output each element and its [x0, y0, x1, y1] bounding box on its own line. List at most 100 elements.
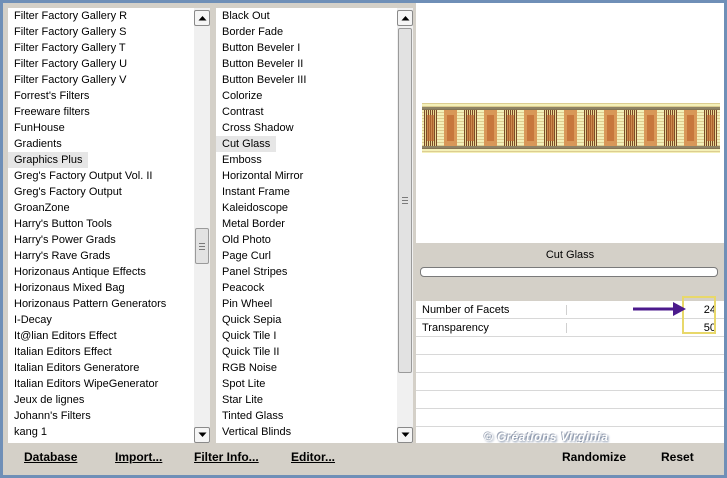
filter-list-item[interactable]: Star Lite: [216, 392, 397, 408]
param-row-empty: [416, 391, 724, 409]
filter-list-item[interactable]: Page Curl: [216, 248, 397, 264]
preview-tile-inner: [567, 115, 574, 141]
filter-list-item[interactable]: Instant Frame: [216, 184, 397, 200]
filter-list-item[interactable]: Emboss: [216, 152, 397, 168]
parameter-list: Number of Facets 24 Transparency 50: [416, 301, 724, 443]
filter-factory-window: { "categories": { "items": [ "Filter Fac…: [0, 0, 727, 478]
filter-list-item[interactable]: Quick Tile II: [216, 344, 397, 360]
filter-list-item[interactable]: Button Beveler I: [216, 40, 397, 56]
editor-button[interactable]: Editor...: [291, 450, 335, 464]
preview-panel: Cut Glass Number of Facets 24 Transparen…: [416, 3, 724, 443]
preview-tile-inner: [607, 115, 614, 141]
randomize-button[interactable]: Randomize: [562, 450, 626, 464]
category-list-item[interactable]: Filter Factory Gallery T: [8, 40, 194, 56]
scroll-up-button[interactable]: [194, 10, 210, 26]
scroll-up-button[interactable]: [397, 10, 413, 26]
category-list-item[interactable]: Filter Factory Gallery U: [8, 56, 194, 72]
filter-list-item[interactable]: Border Fade: [216, 24, 397, 40]
category-list-item[interactable]: Gradients: [8, 136, 194, 152]
filter-list-item[interactable]: Peacock: [216, 280, 397, 296]
preview-tile-inner: [447, 115, 454, 141]
filter-list-item[interactable]: Cross Shadow: [216, 120, 397, 136]
filter-list-item[interactable]: Panel Stripes: [216, 264, 397, 280]
filter-list-item[interactable]: Kaleidoscope: [216, 200, 397, 216]
preview-tile-inner: [467, 115, 474, 141]
filter-list-item[interactable]: Pin Wheel: [216, 296, 397, 312]
category-list-item[interactable]: Greg's Factory Output Vol. II: [8, 168, 194, 184]
preview-tile-inner: [547, 115, 554, 141]
value-highlight-box: [682, 296, 716, 334]
category-list[interactable]: Filter Factory Gallery R Filter Factory G…: [8, 8, 210, 443]
preview-tile-inner: [587, 115, 594, 141]
filter-list-item[interactable]: Contrast: [216, 104, 397, 120]
arrow-pointer-icon: [633, 302, 686, 316]
category-list-item[interactable]: Harry's Rave Grads: [8, 248, 194, 264]
param-row-transparency[interactable]: Transparency 50: [416, 319, 724, 337]
category-scrollbar[interactable]: [194, 8, 210, 443]
category-list-item[interactable]: kang 1: [8, 424, 194, 440]
category-list-items: Filter Factory Gallery R Filter Factory G…: [8, 8, 194, 443]
param-row-empty: [416, 409, 724, 427]
filter-list-item[interactable]: Colorize: [216, 88, 397, 104]
preview-tile-inner: [707, 115, 714, 141]
database-button[interactable]: Database: [24, 450, 77, 464]
category-list-item[interactable]: FunHouse: [8, 120, 194, 136]
category-list-item[interactable]: Jeux de lignes: [8, 392, 194, 408]
preview-tile-inner: [427, 115, 434, 141]
filter-list-item[interactable]: Tinted Glass: [216, 408, 397, 424]
filter-list-item[interactable]: Black Out: [216, 8, 397, 24]
category-list-item[interactable]: Freeware filters: [8, 104, 194, 120]
filter-list-item[interactable]: RGB Noise: [216, 360, 397, 376]
preview-tile-inner: [487, 115, 494, 141]
filter-scroll-thumb[interactable]: [398, 28, 412, 373]
preview-tile-inner: [507, 115, 514, 141]
filter-list-item[interactable]: Button Beveler II: [216, 56, 397, 72]
import-button[interactable]: Import...: [115, 450, 162, 464]
category-list-item[interactable]: Italian Editors Effect: [8, 344, 194, 360]
category-list-item[interactable]: Horizonaus Antique Effects: [8, 264, 194, 280]
category-list-item[interactable]: Italian Editors Generatore: [8, 360, 194, 376]
category-list-item[interactable]: Harry's Power Grads: [8, 232, 194, 248]
param-row-empty: [416, 373, 724, 391]
filter-list[interactable]: Black Out Border Fade Button Beveler I Butt…: [216, 8, 413, 443]
category-list-item[interactable]: I-Decay: [8, 312, 194, 328]
category-list-item[interactable]: Graphics Plus: [8, 152, 89, 168]
filter-list-item[interactable]: Quick Sepia: [216, 312, 397, 328]
category-list-item[interactable]: Filter Factory Gallery S: [8, 24, 194, 40]
filter-info-button[interactable]: Filter Info...: [194, 450, 259, 464]
preview-tile-inner: [667, 115, 674, 141]
preview-tile-inner: [527, 115, 534, 141]
filter-list-item[interactable]: Old Photo: [216, 232, 397, 248]
chevron-down-icon: [401, 432, 409, 437]
category-list-item[interactable]: Forrest's Filters: [8, 88, 194, 104]
category-list-item[interactable]: Italian Editors WipeGenerator: [8, 376, 194, 392]
filter-list-item[interactable]: Metal Border: [216, 216, 397, 232]
category-list-item[interactable]: Johann's Filters: [8, 408, 194, 424]
filter-scrollbar[interactable]: [397, 8, 413, 443]
scroll-down-button[interactable]: [397, 427, 413, 443]
reset-button[interactable]: Reset: [661, 450, 694, 464]
filter-list-item[interactable]: Quick Tile I: [216, 328, 397, 344]
chevron-up-icon: [401, 16, 409, 21]
chevron-down-icon: [198, 432, 206, 437]
category-list-item[interactable]: Greg's Factory Output: [8, 184, 194, 200]
category-scroll-thumb[interactable]: [195, 228, 209, 264]
window-frame: Filter Factory Gallery R Filter Factory G…: [3, 3, 724, 475]
filter-list-item[interactable]: Button Beveler III: [216, 72, 397, 88]
category-list-item[interactable]: Horizonaus Pattern Generators: [8, 296, 194, 312]
filter-header: Cut Glass: [416, 243, 724, 301]
filter-list-item[interactable]: Cut Glass: [216, 136, 277, 152]
category-list-item[interactable]: It@lian Editors Effect: [8, 328, 194, 344]
preview-image: [422, 103, 720, 153]
category-list-item[interactable]: Harry's Button Tools: [8, 216, 194, 232]
filter-list-item[interactable]: Spot Lite: [216, 376, 397, 392]
category-list-item[interactable]: GroanZone: [8, 200, 194, 216]
filter-list-item[interactable]: Vertical Blinds: [216, 424, 397, 440]
category-list-item[interactable]: Filter Factory Gallery V: [8, 72, 194, 88]
preview-tile-inner: [687, 115, 694, 141]
filter-progress-bar: [420, 267, 718, 277]
filter-list-item[interactable]: Horizontal Mirror: [216, 168, 397, 184]
category-list-item[interactable]: Filter Factory Gallery R: [8, 8, 194, 24]
scroll-down-button[interactable]: [194, 427, 210, 443]
category-list-item[interactable]: Horizonaus Mixed Bag: [8, 280, 194, 296]
